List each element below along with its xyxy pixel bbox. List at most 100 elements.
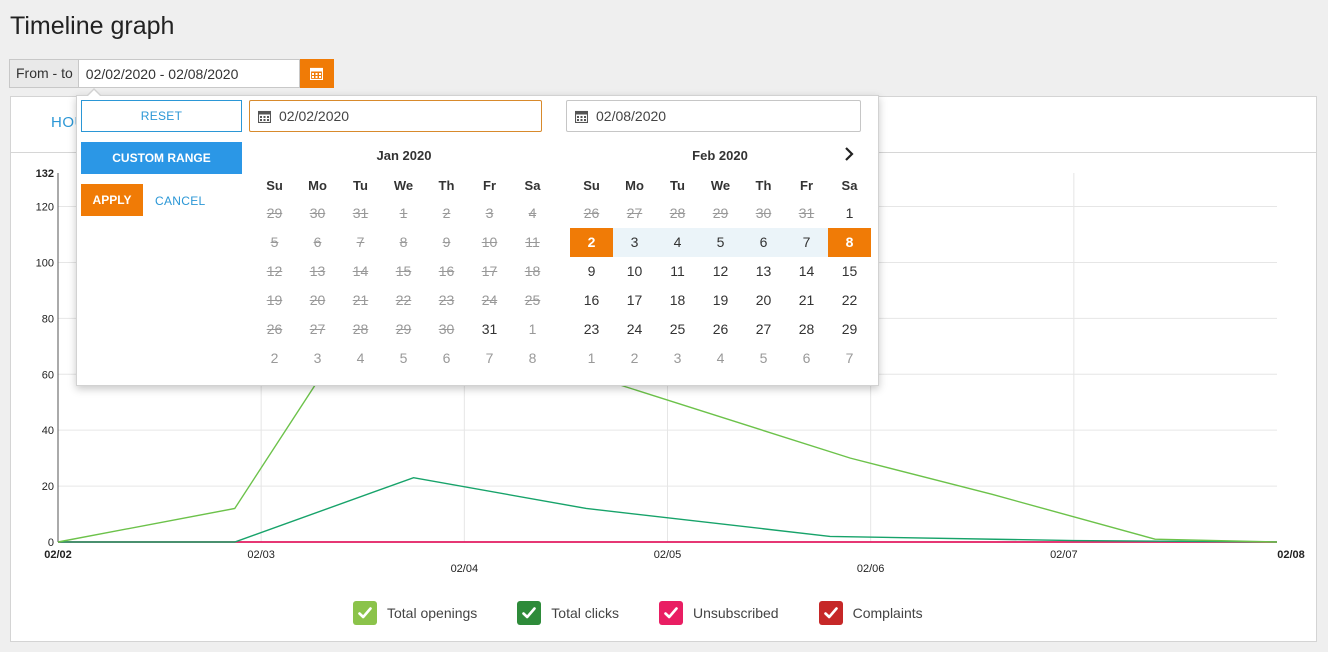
legend-label: Total clicks [551,605,619,621]
calendar-day[interactable]: 2 [253,344,296,373]
calendar-day[interactable]: 24 [613,315,656,344]
calendar-day[interactable]: 5 [382,344,425,373]
calendar-day[interactable]: 4 [699,344,742,373]
weekday-header: Fr [800,178,813,193]
calendar-day[interactable]: 22 [828,286,871,315]
calendar-day[interactable]: 3 [613,228,656,257]
calendar-day[interactable]: 26 [699,315,742,344]
calendar-day[interactable]: 13 [742,257,785,286]
end-date-field[interactable] [566,100,861,132]
end-date-input[interactable] [596,108,836,124]
weekday-header: Mo [308,178,327,193]
calendar-day: 9 [442,234,451,250]
calendar-day[interactable]: 14 [785,257,828,286]
calendar-day: 6 [313,234,322,250]
check-icon [664,607,678,619]
calendar-day[interactable]: 19 [699,286,742,315]
calendar-day: 7 [356,234,365,250]
calendar-day[interactable]: 20 [742,286,785,315]
legend-checkbox[interactable] [658,601,683,625]
calendar-button[interactable] [299,59,334,88]
calendar-day: 27 [626,205,643,221]
legend-item-total-openings[interactable]: Total openings [353,601,477,625]
calendar-day: 20 [309,292,326,308]
calendar-day[interactable]: 7 [785,228,828,257]
apply-button[interactable]: APPLY [81,184,143,216]
range-label: From - to [9,59,79,88]
calendar-day[interactable]: 16 [570,286,613,315]
weekday-header: We [710,178,731,193]
reset-button[interactable]: RESET [81,100,242,132]
calendar-day[interactable]: 6 [742,228,785,257]
cancel-button[interactable]: CANCEL [155,194,205,208]
calendar-day[interactable]: 17 [613,286,656,315]
calendar-day[interactable]: 6 [785,344,828,373]
calendar-day[interactable]: 6 [425,344,468,373]
calendar-day[interactable]: 15 [828,257,871,286]
calendar-day[interactable]: 1 [511,315,554,344]
calendar-day[interactable]: 8 [828,228,871,257]
calendar-day[interactable]: 31 [468,315,511,344]
calendar-day: 15 [395,263,412,279]
calendar-day[interactable]: 3 [296,344,339,373]
legend-label: Complaints [852,605,923,621]
legend-checkbox[interactable] [517,601,542,625]
calendar-day[interactable]: 5 [699,228,742,257]
legend-checkbox[interactable] [818,601,843,625]
calendar-day[interactable]: 10 [613,257,656,286]
weekday-header: We [393,178,414,193]
calendar-day[interactable]: 11 [656,257,699,286]
calendar-day[interactable]: 8 [511,344,554,373]
weekday-header: Tu [353,178,368,193]
x-tick-label: 02/04 [451,563,479,575]
chevron-right-icon [845,147,854,161]
start-date-input[interactable] [279,108,519,124]
calendar-day[interactable]: 12 [699,257,742,286]
calendar-day[interactable]: 18 [656,286,699,315]
calendar-day[interactable]: 23 [570,315,613,344]
legend-item-unsubscribed[interactable]: Unsubscribed [658,601,779,625]
start-date-field[interactable] [249,100,542,132]
calendar-day: 30 [438,321,455,337]
legend-label: Total openings [387,605,478,621]
calendar-day: 10 [481,234,498,250]
calendar-day: 16 [438,263,455,279]
calendar-day[interactable]: 2 [570,228,613,257]
calendar-day[interactable]: 3 [656,344,699,373]
calendar-day[interactable]: 25 [656,315,699,344]
calendar-day[interactable]: 29 [828,315,871,344]
calendar-day: 25 [524,292,541,308]
weekday-header: Th [438,178,455,193]
calendar-day[interactable]: 4 [656,228,699,257]
calendar-day: 30 [755,205,772,221]
check-icon [522,607,537,619]
calendar-day: 5 [270,234,279,250]
legend-checkbox[interactable] [353,601,377,625]
calendar-day[interactable]: 5 [742,344,785,373]
calendar-day[interactable]: 4 [339,344,382,373]
calendar-day[interactable]: 21 [785,286,828,315]
weekday-header: Sa [524,178,541,193]
next-month-button[interactable] [843,147,855,166]
calendar-day: 29 [712,205,729,221]
calendar-day: 3 [485,205,494,221]
x-tick-label: 02/07 [1050,549,1078,561]
calendar-day[interactable]: 28 [785,315,828,344]
calendar-day[interactable]: 1 [570,344,613,373]
legend-item-total-clicks[interactable]: Total clicks [517,601,619,625]
right-month-title: Feb 2020 [692,148,748,163]
legend-item-complaints[interactable]: Complaints [818,601,923,625]
calendar-day[interactable]: 1 [828,199,871,228]
calendar-day[interactable]: 9 [570,257,613,286]
calendar-day[interactable]: 27 [742,315,785,344]
calendar-day: 2 [442,205,451,221]
date-range-input[interactable] [78,59,300,88]
calendar-day: 31 [798,205,815,221]
calendar-day[interactable]: 7 [828,344,871,373]
y-tick-label: 120 [36,202,54,214]
calendar-day[interactable]: 2 [613,344,656,373]
custom-range-button[interactable]: CUSTOM RANGE [81,142,242,174]
x-tick-label: 02/05 [654,549,682,561]
calendar-day: 12 [266,263,283,279]
calendar-day[interactable]: 7 [468,344,511,373]
